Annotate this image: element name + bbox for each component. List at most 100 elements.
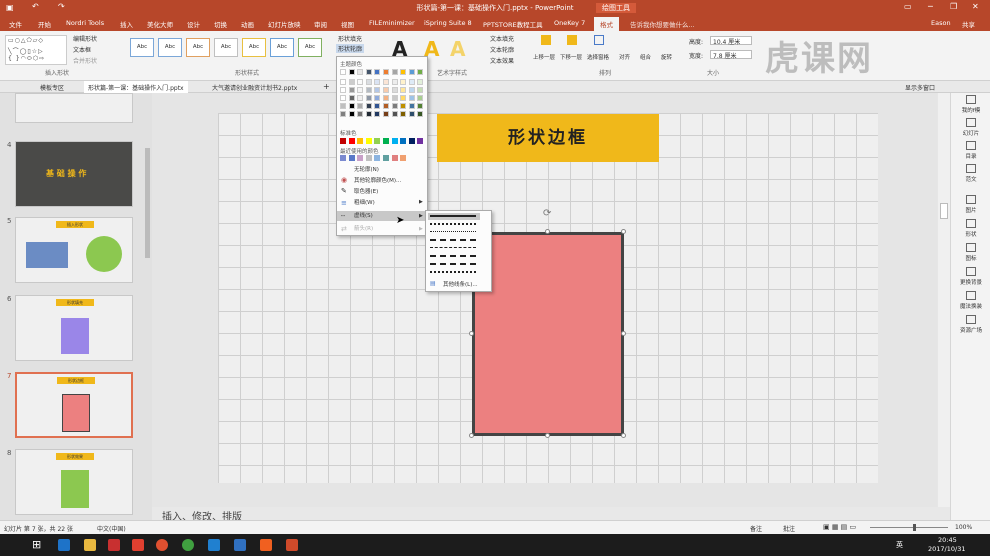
- color-swatch[interactable]: [357, 155, 364, 161]
- shape-outline-button[interactable]: 形状轮廓: [336, 44, 365, 53]
- side-samples[interactable]: 范文: [951, 164, 990, 183]
- standard-color-row[interactable]: [340, 138, 426, 145]
- dash-option-long-dash-dot-dot[interactable]: [430, 271, 476, 273]
- color-swatch[interactable]: [383, 87, 389, 93]
- minimize-icon[interactable]: ─: [928, 2, 933, 11]
- text-outline-button[interactable]: 文本轮廓: [490, 45, 514, 54]
- color-swatch[interactable]: [383, 155, 389, 161]
- color-swatch[interactable]: [365, 95, 372, 101]
- resize-handle[interactable]: [469, 331, 474, 336]
- color-swatch[interactable]: [417, 79, 424, 85]
- side-my-templates[interactable]: 我的f模: [951, 95, 990, 114]
- windows-start-icon[interactable]: ⊞: [32, 538, 41, 551]
- color-swatch[interactable]: [383, 111, 389, 117]
- thumbnail-slide-8[interactable]: 形状效果: [15, 449, 133, 515]
- color-swatch[interactable]: [365, 69, 372, 75]
- close-icon[interactable]: ✕: [972, 2, 979, 11]
- group-button[interactable]: 组合: [640, 53, 651, 61]
- doc-tab-templates[interactable]: 模板专区: [40, 83, 64, 92]
- weibo-icon[interactable]: [132, 539, 144, 551]
- style-preset-3[interactable]: Abc: [186, 38, 210, 57]
- style-preset-6[interactable]: Abc: [270, 38, 294, 57]
- color-swatch[interactable]: [400, 103, 407, 109]
- color-swatch[interactable]: [400, 111, 407, 117]
- zoom-level[interactable]: 100%: [955, 524, 972, 531]
- text-fill-button[interactable]: 文本填充: [490, 34, 514, 43]
- no-outline-item[interactable]: 无轮廓(N): [337, 165, 427, 175]
- app-icon-3[interactable]: [234, 539, 246, 551]
- resize-handle[interactable]: [469, 433, 474, 438]
- app-icon-2[interactable]: [208, 539, 220, 551]
- more-outline-colors-item[interactable]: 其他轮廓颜色(M)...: [337, 176, 427, 186]
- side-images[interactable]: 图片: [951, 195, 990, 214]
- color-swatch[interactable]: [408, 111, 415, 117]
- color-swatch[interactable]: [357, 95, 364, 101]
- color-swatch[interactable]: [417, 103, 424, 109]
- width-input[interactable]: 7.8 厘米: [710, 50, 752, 60]
- color-swatch[interactable]: [400, 155, 407, 161]
- color-swatch[interactable]: [357, 87, 364, 93]
- share-button[interactable]: 共享: [962, 19, 975, 29]
- tab-home[interactable]: 开始: [38, 19, 51, 29]
- shape-fill-button[interactable]: 形状填充: [338, 34, 362, 43]
- notes-toggle[interactable]: 备注: [750, 524, 762, 533]
- app-icon[interactable]: [108, 539, 120, 551]
- color-swatch[interactable]: [408, 69, 415, 75]
- selected-rectangle[interactable]: [472, 232, 624, 436]
- slide-title[interactable]: 形状边框: [437, 114, 659, 162]
- thumbnail-slide-5[interactable]: 插入形状: [15, 217, 133, 283]
- app-icon-4[interactable]: [260, 539, 272, 551]
- wordart-style-3[interactable]: A: [450, 37, 465, 61]
- language-indicator[interactable]: 中文(中国): [97, 524, 126, 533]
- send-backward-button[interactable]: 下移一层: [560, 53, 582, 61]
- color-swatch[interactable]: [417, 87, 424, 93]
- dash-option-solid[interactable]: [430, 215, 476, 217]
- shapes-gallery[interactable]: ▭○△⬠▱◇ ╲⌒◯▯☆▷ { }◠⬭⬡⇨: [5, 35, 67, 65]
- tab-review[interactable]: 审阅: [314, 19, 327, 29]
- tab-fileminimizer[interactable]: FILEminimizer: [369, 19, 415, 27]
- color-swatch[interactable]: [391, 87, 398, 93]
- color-swatch[interactable]: [348, 155, 355, 161]
- thumbnail-slide-6[interactable]: 形状填充: [15, 295, 133, 361]
- style-preset-2[interactable]: Abc: [158, 38, 182, 57]
- dash-option-dash[interactable]: [430, 239, 476, 241]
- dash-option-square-dot[interactable]: [430, 231, 476, 232]
- color-swatch[interactable]: [365, 155, 372, 161]
- resize-handle[interactable]: [621, 433, 626, 438]
- tab-animations[interactable]: 动画: [241, 19, 254, 29]
- color-swatch[interactable]: [408, 87, 415, 93]
- edit-shape-button[interactable]: 编辑形状: [73, 34, 97, 43]
- color-swatch[interactable]: [400, 95, 407, 101]
- color-swatch[interactable]: [357, 69, 364, 75]
- ime-indicator[interactable]: 英: [896, 540, 903, 550]
- color-swatch[interactable]: [348, 138, 355, 144]
- color-swatch[interactable]: [340, 87, 346, 93]
- rotate-button[interactable]: 旋转: [661, 53, 672, 61]
- tab-transitions[interactable]: 切换: [214, 19, 227, 29]
- color-swatch[interactable]: [391, 155, 398, 161]
- chrome-icon[interactable]: [182, 539, 194, 551]
- eyedropper-item[interactable]: 取色器(E): [337, 187, 427, 197]
- merge-shapes-button[interactable]: 合并形状: [73, 56, 97, 65]
- edge-icon[interactable]: [58, 539, 70, 551]
- notes-pane[interactable]: 插入、修改、排版: [152, 507, 950, 523]
- color-swatch[interactable]: [357, 138, 364, 144]
- arrows-item[interactable]: 箭头(R): [337, 224, 427, 234]
- rotate-handle-icon[interactable]: ⟳: [543, 208, 551, 219]
- clock-time[interactable]: 20:45: [938, 536, 957, 544]
- side-slides[interactable]: 幻灯片: [951, 118, 990, 137]
- color-swatch[interactable]: [417, 111, 424, 117]
- dash-option-round-dot[interactable]: [430, 223, 476, 225]
- color-swatch[interactable]: [408, 79, 415, 85]
- doc-tab-current[interactable]: 形状篇-第一课：基础操作入门.pptx: [84, 81, 188, 93]
- style-preset-4[interactable]: Abc: [214, 38, 238, 57]
- tab-design[interactable]: 设计: [187, 19, 200, 29]
- color-swatch[interactable]: [391, 103, 398, 109]
- side-icons[interactable]: 图标: [951, 243, 990, 262]
- style-preset-1[interactable]: Abc: [130, 38, 154, 57]
- tab-insert[interactable]: 插入: [120, 19, 133, 29]
- show-multi-window[interactable]: 显示多窗口: [905, 83, 935, 92]
- zoom-slider[interactable]: [870, 527, 948, 528]
- clock-date[interactable]: 2017/10/31: [928, 545, 965, 553]
- color-swatch[interactable]: [417, 138, 424, 144]
